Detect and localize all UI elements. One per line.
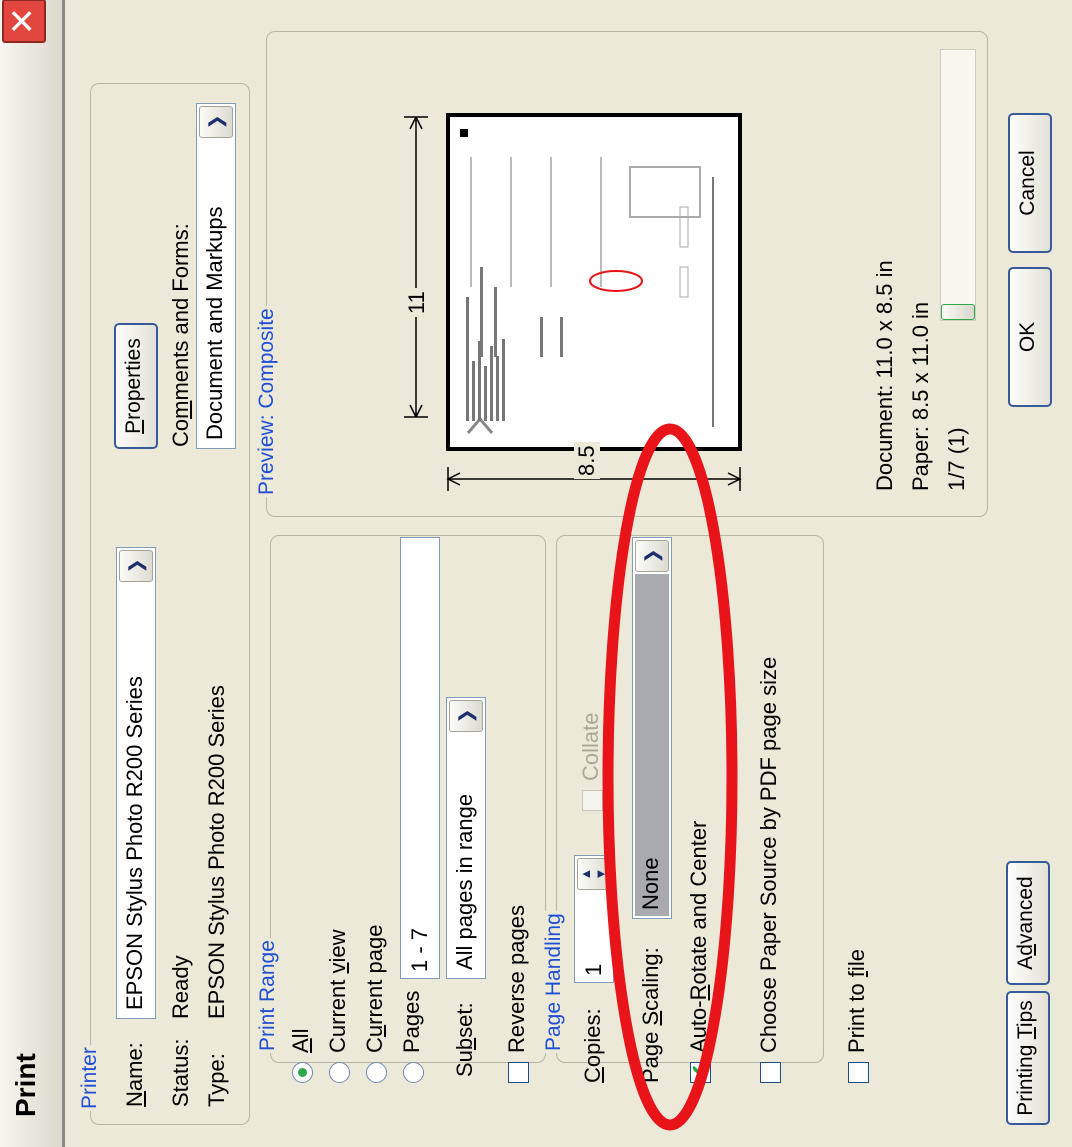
- subset-value: All pages in range: [452, 793, 477, 970]
- reverse-pages-checkbox[interactable]: [508, 1062, 529, 1083]
- printer-name-value: EPSON Stylus Photo R200 Series: [122, 676, 147, 1010]
- copies-value: 1: [581, 963, 606, 976]
- printer-group-title: Printer: [78, 1045, 102, 1111]
- page-scaling-value: None: [638, 857, 663, 910]
- preview-canvas: [404, 113, 742, 491]
- auto-rotate-label: Auto-Rotate and Center: [686, 820, 711, 1053]
- print-dialog: Print ✕ Printer Name: EPSON Stylus Photo…: [0, 0, 1072, 1147]
- ok-button[interactable]: OK: [1008, 267, 1052, 407]
- copies-input[interactable]: 1 ▲ ▼: [574, 855, 614, 983]
- document-size-label: Document: 11.0 x 8.5 in: [872, 260, 897, 491]
- radio-pages[interactable]: [403, 1062, 424, 1083]
- preview-page-slider[interactable]: [940, 49, 976, 321]
- subset-label: Subset:: [452, 1002, 477, 1077]
- choose-paper-source-checkbox[interactable]: [760, 1062, 781, 1083]
- advanced-button[interactable]: Advanced: [1006, 861, 1050, 985]
- comments-forms-value: Document and Markups: [202, 206, 227, 440]
- printer-name-select[interactable]: EPSON Stylus Photo R200 Series ❯: [116, 547, 156, 1019]
- collate-checkbox: [582, 790, 603, 811]
- height-dimension-value: 11: [404, 288, 430, 317]
- page-scaling-select[interactable]: None ❯: [632, 537, 672, 919]
- printer-type-value: EPSON Stylus Photo R200 Series: [204, 685, 229, 1019]
- radio-all[interactable]: [292, 1062, 313, 1083]
- radio-current-view[interactable]: [329, 1062, 350, 1083]
- pages-input[interactable]: 1 - 7: [400, 537, 440, 979]
- radio-current-page[interactable]: [366, 1062, 387, 1083]
- copies-label: Copies:: [580, 1008, 605, 1083]
- printer-type-label: Type:: [204, 1053, 229, 1107]
- printing-tips-button[interactable]: Printing Tips: [1006, 991, 1050, 1125]
- comments-forms-label: Comments and Forms:: [168, 223, 193, 447]
- subset-select[interactable]: All pages in range ❯: [446, 697, 486, 979]
- chevron-down-icon[interactable]: ❯: [119, 550, 153, 582]
- window-title: Print: [10, 1053, 41, 1117]
- paper-size-label: Paper: 8.5 x 11.0 in: [908, 301, 933, 491]
- radio-pages-label: Pages: [399, 990, 424, 1053]
- collate-label: Collate: [578, 712, 603, 781]
- page-scaling-label: Page Scaling:: [638, 947, 663, 1083]
- chevron-down-icon[interactable]: ❯: [449, 700, 483, 732]
- close-icon[interactable]: ✕: [2, 0, 46, 43]
- reverse-pages-label: Reverse pages: [504, 905, 529, 1053]
- printer-status-value: Ready: [168, 955, 193, 1019]
- slider-thumb[interactable]: [941, 304, 975, 320]
- print-range-group-title: Print Range: [256, 938, 280, 1053]
- radio-current-page-label: Current page: [362, 924, 387, 1053]
- width-dimension-value: 8.5: [574, 442, 600, 479]
- screenshot-stage: Print ✕ Printer Name: EPSON Stylus Photo…: [0, 0, 1072, 1147]
- page-handling-group-title: Page Handling: [542, 911, 566, 1053]
- stepper-icon[interactable]: ▲ ▼: [577, 858, 611, 890]
- chevron-down-icon[interactable]: ❯: [635, 540, 669, 572]
- print-to-file-label: Print to file: [844, 949, 869, 1053]
- auto-rotate-checkbox[interactable]: ✔: [689, 1062, 711, 1083]
- radio-all-label: All: [288, 1028, 313, 1053]
- cancel-button[interactable]: Cancel: [1008, 113, 1052, 253]
- printer-name-label: Name:: [122, 1042, 147, 1107]
- printer-status-label: Status:: [168, 1038, 193, 1107]
- pages-input-value: 1 - 7: [407, 927, 432, 972]
- comments-forms-select[interactable]: Document and Markups ❯: [196, 103, 236, 449]
- properties-button[interactable]: Properties: [114, 323, 158, 449]
- print-to-file-checkbox[interactable]: [848, 1062, 869, 1083]
- preview-group-title: Preview: Composite: [255, 306, 279, 497]
- choose-paper-source-label: Choose Paper Source by PDF page size: [756, 656, 781, 1053]
- radio-current-view-label: Current view: [325, 929, 350, 1054]
- chevron-down-icon[interactable]: ❯: [199, 106, 233, 138]
- page-indicator-label: 1/7 (1): [944, 427, 969, 491]
- title-bar: Print ✕: [0, 0, 65, 1147]
